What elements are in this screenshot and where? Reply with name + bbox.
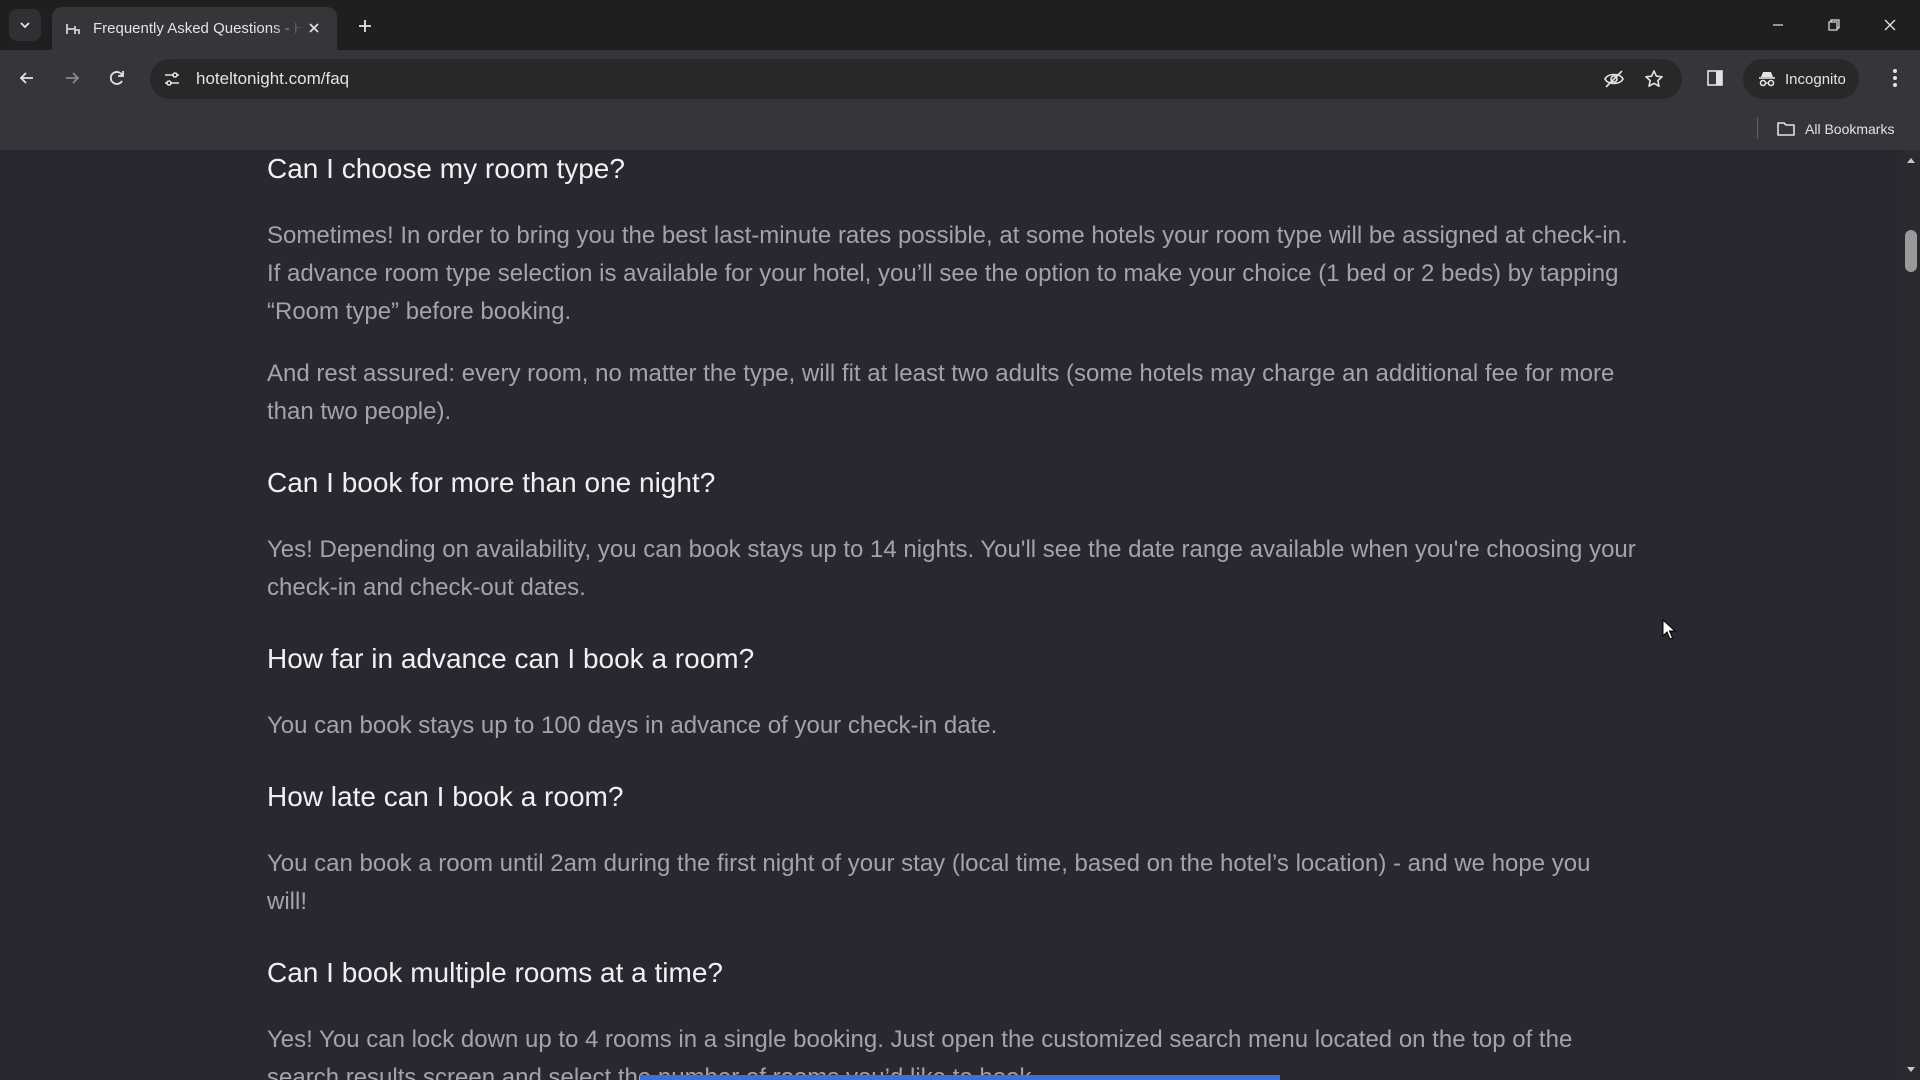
mouse-cursor-icon — [1662, 619, 1676, 640]
tab-title: Frequently Asked Questions - HotelTonigh… — [93, 20, 303, 37]
minimize-icon — [1773, 24, 1783, 26]
tracking-protection-eye-icon[interactable] — [1602, 67, 1626, 91]
chevron-down-icon — [20, 22, 30, 29]
folder-icon — [1777, 122, 1795, 136]
tab-faq[interactable]: Frequently Asked Questions - HotelTonigh… — [52, 7, 337, 50]
address-bar[interactable]: hoteltonight.com/faq — [150, 59, 1682, 99]
side-panel-icon — [1707, 70, 1723, 86]
all-bookmarks-label: All Bookmarks — [1805, 121, 1895, 137]
reload-button[interactable] — [101, 62, 133, 94]
new-tab-button[interactable] — [352, 13, 378, 39]
faq-question: How late can I book a room? — [267, 781, 624, 812]
faq-answer: You can book stays up to 100 days in adv… — [267, 712, 998, 739]
forward-button[interactable] — [56, 62, 88, 94]
faq-answer: Sometimes! In order to bring you the bes… — [267, 222, 1628, 325]
close-icon — [1884, 19, 1896, 31]
restore-button[interactable] — [1806, 0, 1862, 50]
bookmarks-divider — [1757, 117, 1758, 139]
faq-question: Can I choose my room type? — [267, 153, 625, 184]
browser-menu-button[interactable] — [1880, 63, 1910, 93]
all-bookmarks-button[interactable]: All Bookmarks — [1776, 114, 1894, 144]
restore-icon — [1828, 19, 1840, 31]
page-scrollbar[interactable] — [1902, 150, 1920, 1080]
side-panel-button[interactable] — [1700, 63, 1730, 93]
browser-toolbar: hoteltonight.com/faq Incognito — [0, 50, 1920, 108]
hoteltonight-favicon-icon — [65, 21, 81, 37]
scroll-down-arrow-icon[interactable] — [1906, 1066, 1916, 1074]
reload-icon — [109, 71, 124, 85]
minimize-button[interactable] — [1750, 0, 1806, 50]
incognito-label: Incognito — [1785, 70, 1846, 88]
close-window-button[interactable] — [1862, 0, 1918, 50]
plus-icon — [359, 20, 371, 32]
faq-answer: And rest assured: every room, no matter … — [267, 360, 1615, 425]
tab-search-button[interactable] — [9, 9, 41, 41]
scroll-up-arrow-icon[interactable] — [1906, 156, 1916, 164]
incognito-icon — [1757, 69, 1777, 89]
more-vertical-icon — [1893, 69, 1897, 87]
faq-answer: Yes! Depending on availability, you can … — [267, 536, 1636, 601]
tab-strip: Frequently Asked Questions - HotelTonigh… — [0, 0, 1920, 50]
faq-answer: Yes! You can lock down up to 4 rooms in … — [267, 1026, 1573, 1080]
tab-close-icon[interactable] — [305, 19, 323, 37]
url-text[interactable]: hoteltonight.com/faq — [196, 69, 349, 89]
bookmark-star-icon[interactable] — [1642, 67, 1666, 91]
link-hover-indicator — [640, 1075, 1280, 1080]
incognito-profile-button[interactable]: Incognito — [1743, 59, 1859, 99]
faq-answer: You can book a room until 2am during the… — [267, 850, 1591, 915]
site-info-icon[interactable] — [160, 67, 184, 91]
faq-question: Can I book for more than one night? — [267, 467, 716, 498]
back-button[interactable] — [11, 62, 43, 94]
arrow-right-icon — [66, 72, 80, 84]
arrow-left-icon — [19, 72, 33, 84]
page-viewport: Can I choose my room type? Sometimes! In… — [0, 150, 1902, 1080]
faq-question: Can I book multiple rooms at a time? — [267, 957, 723, 988]
scrollbar-thumb[interactable] — [1905, 230, 1917, 272]
bookmarks-bar: All Bookmarks — [0, 108, 1920, 150]
faq-question: How far in advance can I book a room? — [267, 643, 755, 674]
